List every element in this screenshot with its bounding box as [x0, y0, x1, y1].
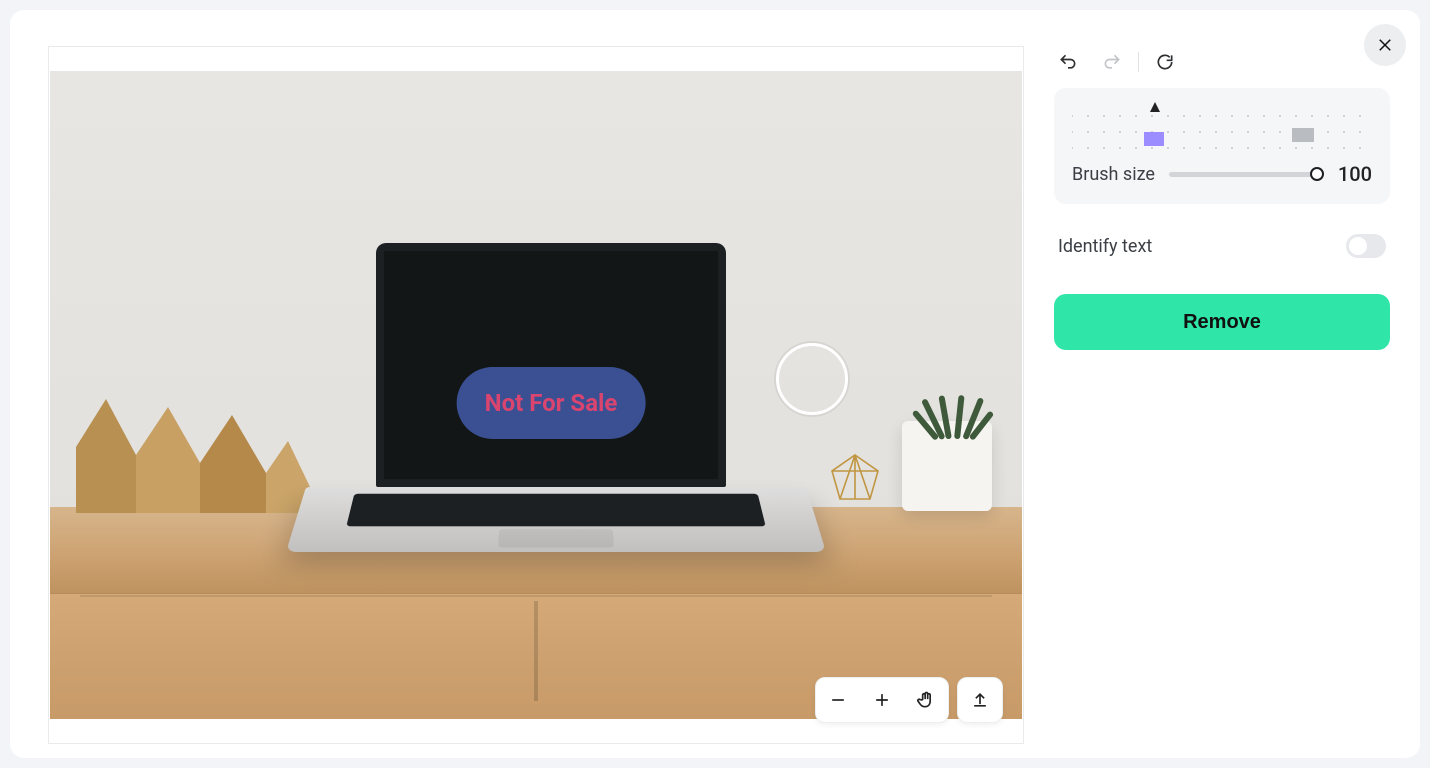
undo-button[interactable]	[1054, 48, 1082, 76]
settings-panel: Brush size 100 Identify text Remove	[1024, 10, 1420, 758]
scene-organizer	[76, 381, 316, 513]
slider-thumb[interactable]	[1310, 167, 1324, 181]
pan-button[interactable]	[904, 678, 948, 722]
history-controls	[1054, 48, 1390, 76]
remove-button[interactable]: Remove	[1054, 294, 1390, 350]
undo-icon	[1058, 52, 1078, 72]
brush-preview-card: Brush size 100	[1054, 88, 1390, 204]
minus-icon	[828, 690, 848, 710]
zoom-out-button[interactable]	[816, 678, 860, 722]
brush-sample-icon	[1144, 132, 1164, 146]
selection-overlay[interactable]: Not For Sale	[457, 367, 646, 439]
zoom-toolbar	[815, 677, 1003, 723]
canvas-area: Not For Sale	[10, 10, 1024, 758]
identify-text-toggle[interactable]	[1346, 234, 1386, 258]
overlay-text: Not For Sale	[485, 389, 618, 417]
pointer-icon	[1150, 102, 1160, 112]
eraser-sample-icon	[1292, 128, 1314, 142]
identify-text-label: Identify text	[1058, 236, 1152, 257]
image-stage[interactable]: Not For Sale	[50, 71, 1022, 719]
identify-text-row: Identify text	[1054, 226, 1390, 266]
close-icon	[1376, 36, 1394, 54]
remove-button-label: Remove	[1183, 311, 1261, 333]
zoom-in-button[interactable]	[860, 678, 904, 722]
reset-button[interactable]	[1151, 48, 1179, 76]
brush-size-slider[interactable]	[1169, 164, 1320, 184]
plus-icon	[872, 690, 892, 710]
brush-size-label: Brush size	[1072, 164, 1155, 185]
scene-laptop: Not For Sale	[306, 243, 806, 603]
editor-window: Not For Sale	[10, 10, 1420, 758]
close-button[interactable]	[1364, 24, 1406, 66]
brush-cursor-icon	[776, 343, 848, 415]
brush-preview	[1072, 104, 1372, 150]
hand-icon	[916, 690, 936, 710]
export-button[interactable]	[958, 678, 1002, 722]
refresh-icon	[1155, 52, 1175, 72]
canvas-frame: Not For Sale	[48, 46, 1024, 744]
scene-geometric-ornament	[828, 453, 882, 509]
scene-plant	[898, 367, 994, 439]
divider	[1138, 52, 1139, 72]
redo-button[interactable]	[1098, 48, 1126, 76]
upload-icon	[970, 690, 990, 710]
brush-size-value: 100	[1334, 162, 1372, 186]
redo-icon	[1102, 52, 1122, 72]
